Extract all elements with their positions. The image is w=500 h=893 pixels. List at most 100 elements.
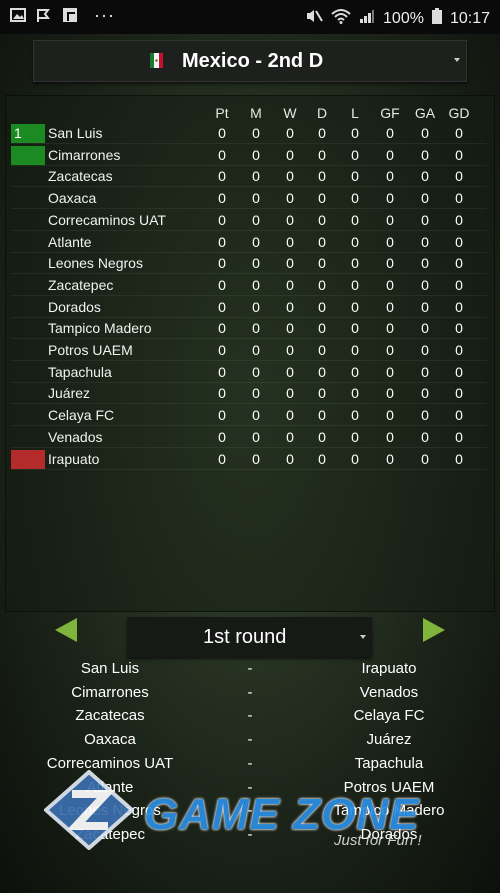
stat-gf: 0: [386, 255, 394, 272]
stat-d: 0: [318, 276, 326, 293]
game-zone-logo-icon: [44, 770, 134, 850]
stat-pt: 0: [218, 190, 226, 207]
versus-separator: -: [247, 731, 253, 749]
stat-pt: 0: [218, 211, 226, 228]
standings-row[interactable]: Juárez 0 0 0 0 0 0 0 0: [5, 383, 493, 405]
versus-separator: -: [247, 660, 253, 677]
standings-row[interactable]: Atlante 0 0 0 0 0 0 0 0: [5, 232, 493, 253]
stat-l: 0: [351, 363, 359, 380]
away-team: Venados: [359, 683, 419, 701]
flag-notification-icon: [36, 7, 52, 23]
standings-row[interactable]: 1 San Luis 0 0 0 0 0 0 0 0: [5, 123, 493, 144]
stat-gd: 0: [455, 255, 463, 272]
standings-row[interactable]: Tampico Madero 0 0 0 0 0 0 0 0: [5, 318, 493, 340]
more-notifications-icon: ···: [94, 5, 115, 25]
stat-gf: 0: [386, 146, 394, 163]
stat-m: 0: [252, 407, 260, 424]
stat-gd: 0: [455, 190, 463, 207]
stat-ga: 0: [421, 363, 429, 380]
standings-row[interactable]: Tapachula 0 0 0 0 0 0 0 0: [5, 362, 493, 383]
standings-row[interactable]: Venados 0 0 0 0 0 0 0 0: [5, 427, 493, 448]
stat-w: 0: [286, 320, 294, 337]
standings-row[interactable]: Oaxaca 0 0 0 0 0 0 0 0: [5, 188, 493, 210]
stat-gd: 0: [455, 363, 463, 380]
away-team: Juárez: [366, 731, 412, 749]
stat-gd: 0: [455, 233, 463, 250]
team-name: Juárez: [48, 385, 91, 402]
standings-row[interactable]: Potros UAEM 0 0 0 0 0 0 0 0: [5, 340, 493, 361]
stat-gf: 0: [386, 190, 394, 207]
next-round-arrow-icon[interactable]: [423, 618, 445, 642]
stat-w: 0: [286, 233, 294, 250]
battery-icon: [431, 8, 442, 29]
standings-row[interactable]: Irapuato 0 0 0 0 0 0 0 0: [5, 449, 493, 470]
stat-m: 0: [252, 125, 260, 141]
stat-m: 0: [252, 450, 260, 467]
away-team: Celaya FC: [353, 707, 425, 725]
stat-m: 0: [252, 320, 260, 337]
fixture-row[interactable]: Oaxaca - Juárez: [0, 729, 500, 751]
league-selector[interactable]: Mexico - 2nd D: [33, 40, 467, 82]
stat-gd: 0: [455, 276, 463, 293]
stat-gf: 0: [386, 320, 394, 337]
wifi-icon: [331, 8, 351, 29]
stat-d: 0: [318, 342, 326, 358]
stat-w: 0: [286, 211, 294, 228]
team-name: Potros UAEM: [48, 342, 133, 358]
round-dropdown-arrow-icon: [360, 635, 366, 639]
stat-d: 0: [318, 385, 326, 402]
game-zone-watermark: GAME ZONE Just for Fun !: [44, 770, 464, 850]
standings-row[interactable]: Leones Negros 0 0 0 0 0 0 0 0: [5, 253, 493, 275]
stat-d: 0: [318, 407, 326, 424]
stat-pt: 0: [218, 168, 226, 185]
status-bar: ··· 100% 10:17: [0, 0, 500, 34]
fixture-row[interactable]: Cimarrones - Venados: [0, 682, 500, 704]
row-divider: [11, 468, 487, 470]
standings-row[interactable]: Dorados 0 0 0 0 0 0 0 0: [5, 297, 493, 318]
stat-pt: 0: [218, 342, 226, 358]
stat-gd: 0: [455, 146, 463, 163]
stat-ga: 0: [421, 276, 429, 293]
stat-m: 0: [252, 276, 260, 293]
stat-d: 0: [318, 125, 326, 141]
team-name: San Luis: [48, 125, 103, 141]
standings-row[interactable]: Correcaminos UAT 0 0 0 0 0 0 0 0: [5, 210, 493, 231]
stat-pt: 0: [218, 428, 226, 445]
stat-pt: 0: [218, 125, 226, 141]
column-header: Pt: [215, 105, 229, 121]
team-name: Zacatecas: [48, 168, 113, 185]
stat-gf: 0: [386, 276, 394, 293]
stat-gd: 0: [455, 125, 463, 141]
standings-row[interactable]: Cimarrones 0 0 0 0 0 0 0 0: [5, 145, 493, 166]
stat-gf: 0: [386, 233, 394, 250]
mute-icon: [305, 8, 323, 29]
standings-row[interactable]: Zacatecas 0 0 0 0 0 0 0 0: [5, 166, 493, 188]
stat-l: 0: [351, 428, 359, 445]
standings-row[interactable]: Celaya FC 0 0 0 0 0 0 0 0: [5, 405, 493, 427]
stat-m: 0: [252, 363, 260, 380]
team-name: Tapachula: [48, 363, 112, 380]
standings-row[interactable]: Zacatepec 0 0 0 0 0 0 0 0: [5, 275, 493, 296]
stat-ga: 0: [421, 233, 429, 250]
stat-gd: 0: [455, 298, 463, 315]
battery-percent: 100%: [383, 9, 424, 27]
stat-ga: 0: [421, 385, 429, 402]
fixture-row[interactable]: Zacatecas - Celaya FC: [0, 705, 500, 727]
column-header: GD: [448, 105, 470, 121]
stat-pt: 0: [218, 363, 226, 380]
stat-pt: 0: [218, 320, 226, 337]
stat-m: 0: [252, 255, 260, 272]
stat-w: 0: [286, 428, 294, 445]
previous-round-arrow-icon[interactable]: [55, 618, 77, 642]
stat-d: 0: [318, 363, 326, 380]
team-name: Leones Negros: [48, 255, 143, 272]
stat-pt: 0: [218, 450, 226, 467]
round-selector[interactable]: 1st round: [127, 617, 372, 657]
stat-ga: 0: [421, 255, 429, 272]
stat-pt: 0: [218, 255, 226, 272]
fixture-row[interactable]: San Luis - Irapuato: [0, 658, 500, 680]
stat-w: 0: [286, 276, 294, 293]
stat-ga: 0: [421, 125, 429, 141]
column-header: M: [250, 105, 262, 121]
column-header: GF: [380, 105, 400, 121]
